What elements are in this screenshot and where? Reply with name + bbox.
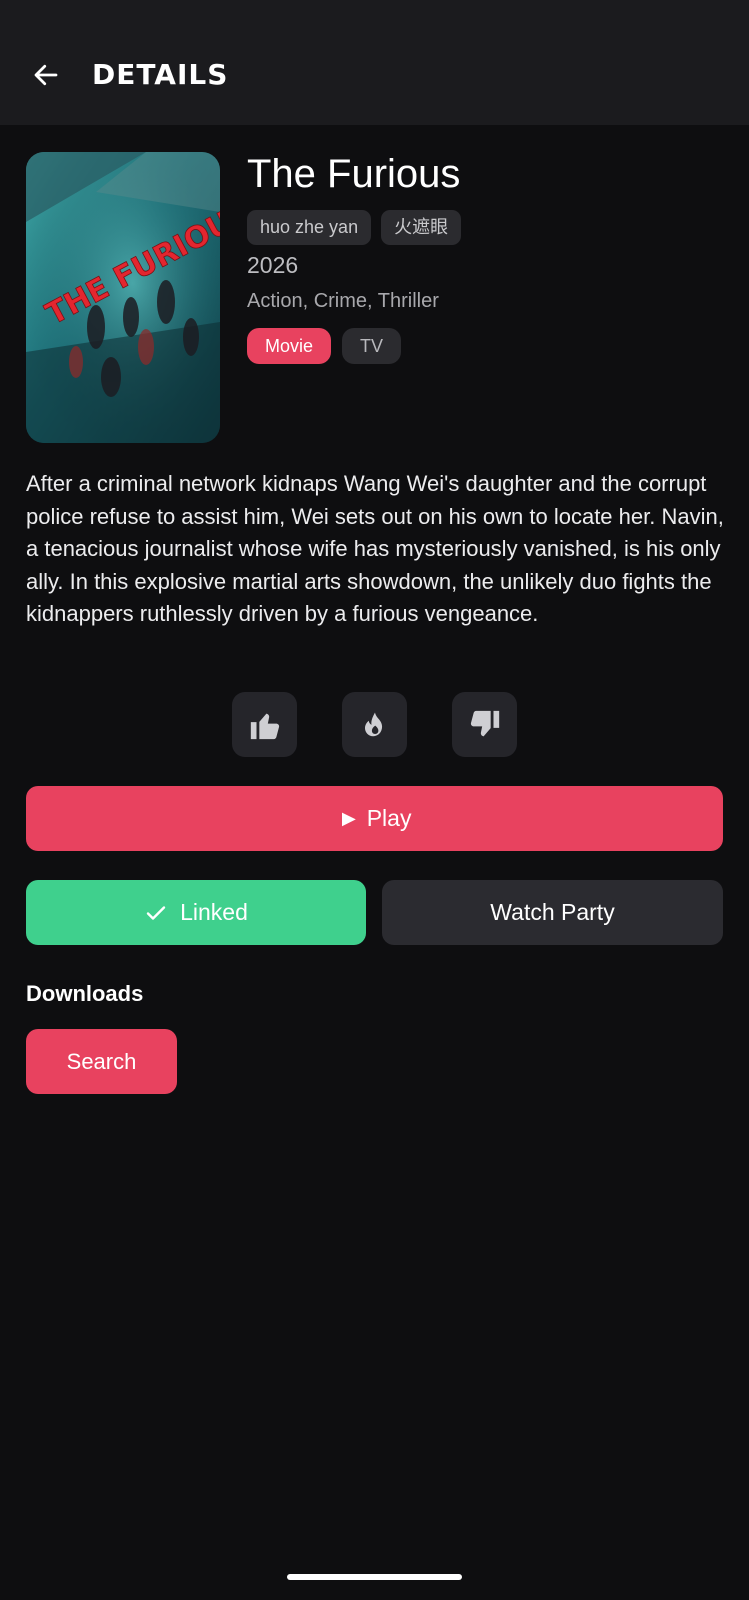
synopsis: After a criminal network kidnaps Wang We… — [26, 471, 724, 626]
thumbs-down-icon — [470, 710, 499, 736]
search-downloads-button[interactable]: Search — [26, 1029, 177, 1094]
thumbs-up-icon — [250, 713, 279, 739]
type-tv-chip[interactable]: TV — [342, 328, 402, 364]
movie-title: The Furious — [247, 152, 461, 196]
like-button[interactable] — [232, 692, 297, 757]
dislike-button[interactable] — [452, 692, 517, 757]
fire-icon — [364, 712, 382, 736]
linked-label: Linked — [180, 899, 248, 925]
watch-party-button[interactable]: Watch Party — [382, 880, 723, 945]
page-title: DETAILS — [92, 58, 229, 91]
alt-title-chip: huo zhe yan — [247, 210, 372, 245]
alt-title-chips: huo zhe yan 火遮眼 — [247, 210, 462, 245]
movie-poster: THE FURIOUS — [26, 152, 220, 443]
app-bar: DETAILS — [0, 0, 749, 125]
downloads-heading: Downloads — [26, 981, 144, 1006]
alt-title-chip: 火遮眼 — [381, 210, 462, 245]
genres: Action, Crime, Thriller — [247, 290, 439, 312]
type-movie-chip[interactable]: Movie — [247, 328, 332, 364]
back-button[interactable] — [26, 55, 66, 95]
hot-button[interactable] — [342, 692, 407, 757]
check-icon — [146, 905, 166, 920]
arrow-left-icon — [34, 64, 58, 86]
linked-button[interactable]: Linked — [26, 880, 366, 945]
media-type-toggle: Movie TV — [247, 328, 402, 364]
home-indicator[interactable] — [287, 1574, 462, 1580]
release-year: 2026 — [247, 252, 299, 278]
play-button[interactable]: ► Play — [26, 786, 723, 851]
